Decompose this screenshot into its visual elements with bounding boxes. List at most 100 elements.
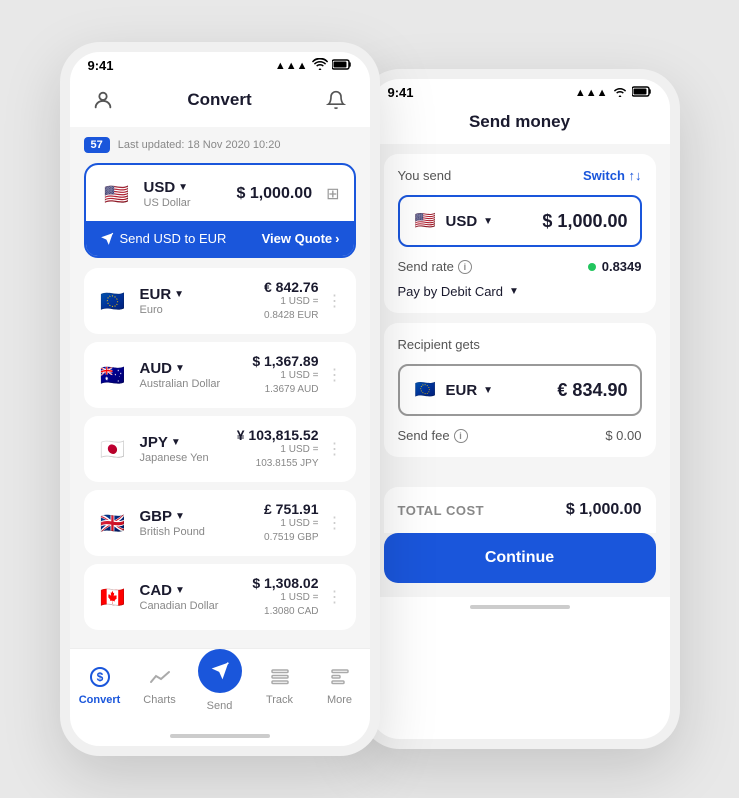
view-quote-button[interactable]: View Quote › [262,231,340,246]
track-nav-label: Track [266,694,293,706]
list-item[interactable]: 🇬🇧 GBP ▼ British Pound £ 751.91 1 USD =0… [84,490,356,556]
total-cost-label: TOTAL COST [398,503,485,518]
switch-button[interactable]: Switch ↑↓ [583,168,642,183]
calculator-icon[interactable]: ⊞ [326,184,339,204]
continue-button[interactable]: Continue [384,533,656,583]
battery-icon-2 [632,86,652,100]
rate-status-dot [588,263,596,271]
eur-rate: 1 USD =0.8428 EUR [264,295,319,323]
usd-code[interactable]: USD ▼ [144,179,191,196]
aud-rate: 1 USD =1.3679 AUD [252,369,318,397]
cad-menu-icon[interactable]: ⋮ [327,587,344,607]
nav-track[interactable]: Track [255,663,305,706]
bottom-nav: $ Convert Charts Send [70,648,370,726]
nav-more[interactable]: More [315,663,365,706]
charts-nav-label: Charts [143,694,175,706]
convert-screen-title: Convert [187,90,251,110]
fee-value: $ 0.00 [605,428,641,443]
currency-list: 🇪🇺 EUR ▼ Euro € 842.76 1 USD =0.8428 EUR [84,268,356,630]
gbp-flag: 🇬🇧 [96,506,130,540]
list-item[interactable]: 🇦🇺 AUD ▼ Australian Dollar $ 1,367.89 1 … [84,342,356,408]
status-bar-1: 9:41 ▲▲▲ [70,52,370,77]
cad-flag: 🇨🇦 [96,580,130,614]
cad-name: Canadian Dollar [140,600,219,612]
nav-charts[interactable]: Charts [135,663,185,706]
convert-nav-icon: $ [86,663,114,691]
convert-nav-label: Convert [79,694,121,706]
more-nav-icon [326,663,354,691]
aud-name: Australian Dollar [140,378,221,390]
eur-flag: 🇪🇺 [96,284,130,318]
recipient-section: Recipient gets 🇪🇺 EUR ▼ € 834.90 Send fe… [384,323,656,457]
status-time-1: 9:41 [88,58,114,73]
signal-icon-2: ▲▲▲ [575,87,608,99]
jpy-flag: 🇯🇵 [96,432,130,466]
pay-method-caret: ▼ [509,286,519,297]
signal-icon: ▲▲▲ [275,60,308,72]
recipient-currency-selector[interactable]: 🇪🇺 EUR ▼ [412,376,494,404]
convert-content: 57 Last updated: 18 Nov 2020 10:20 🇺🇸 US… [70,127,370,648]
battery-icon [332,59,352,73]
list-item[interactable]: 🇪🇺 EUR ▼ Euro € 842.76 1 USD =0.8428 EUR [84,268,356,334]
gbp-name: British Pound [140,526,205,538]
send-money-content: You send Switch ↑↓ 🇺🇸 USD ▼ $ 1,000.00 [370,144,670,597]
pay-method-row[interactable]: Pay by Debit Card ▼ [398,284,642,299]
fee-info-icon[interactable]: i [454,429,468,443]
wifi-icon-2 [612,85,628,100]
list-item[interactable]: 🇯🇵 JPY ▼ Japanese Yen ¥ 103,815.52 1 USD… [84,416,356,482]
usd-name: US Dollar [144,197,191,209]
eur-code[interactable]: EUR ▼ [140,286,185,303]
main-currency-card[interactable]: 🇺🇸 USD ▼ US Dollar $ 1,000.00 [84,163,356,258]
send-flag: 🇺🇸 [412,207,440,235]
aud-code[interactable]: AUD ▼ [140,360,221,377]
send-text: Send USD to EUR [100,231,227,246]
app-header-1: Convert [70,77,370,127]
chart-nav-icon [146,663,174,691]
svg-text:$: $ [96,670,103,684]
rate-row: Send rate i 0.8349 [398,259,642,274]
track-nav-icon [266,663,294,691]
rate-info-icon[interactable]: i [458,260,472,274]
cad-code[interactable]: CAD ▼ [140,582,219,599]
jpy-rate: 1 USD =103.8155 JPY [237,443,319,471]
aud-menu-icon[interactable]: ⋮ [327,365,344,385]
gbp-menu-icon[interactable]: ⋮ [327,513,344,533]
jpy-name: Japanese Yen [140,452,209,464]
jpy-menu-icon[interactable]: ⋮ [327,439,344,459]
usd-flag: 🇺🇸 [100,177,134,211]
send-money-title: Send money [469,112,570,132]
cad-amount: $ 1,308.02 [252,575,318,591]
bell-icon[interactable] [321,85,351,115]
app-header-2: Send money [370,104,670,144]
jpy-amount: ¥ 103,815.52 [237,427,319,443]
aud-flag: 🇦🇺 [96,358,130,392]
person-icon[interactable] [88,85,118,115]
send-quote-row[interactable]: Send USD to EUR View Quote › [86,221,354,256]
status-bar-2: 9:41 ▲▲▲ [370,79,670,104]
list-item[interactable]: 🇨🇦 CAD ▼ Canadian Dollar $ 1,308.02 1 US… [84,564,356,630]
fee-label: Send fee i [398,428,468,443]
wifi-icon [312,58,328,73]
nav-convert[interactable]: $ Convert [75,663,125,706]
update-bar: 57 Last updated: 18 Nov 2020 10:20 [84,137,356,153]
eur-menu-icon[interactable]: ⋮ [327,291,344,311]
gbp-code[interactable]: GBP ▼ [140,508,205,525]
you-send-section: You send Switch ↑↓ 🇺🇸 USD ▼ $ 1,000.00 [384,154,656,313]
status-icons-2: ▲▲▲ [575,85,652,100]
recipient-amount-value: € 834.90 [557,380,627,401]
phone-2: 9:41 ▲▲▲ Send money [360,69,680,749]
jpy-code[interactable]: JPY ▼ [140,434,209,451]
nav-send[interactable]: Send [195,657,245,712]
phone-1: 9:41 ▲▲▲ Convert [60,42,380,756]
eur-amount: € 842.76 [264,279,319,295]
status-icons-1: ▲▲▲ [275,58,352,73]
total-cost-bar: TOTAL COST $ 1,000.00 [384,487,656,533]
status-time-2: 9:41 [388,85,414,100]
you-send-amount-row[interactable]: 🇺🇸 USD ▼ $ 1,000.00 [398,195,642,247]
send-rate-label: Send rate i [398,259,472,274]
update-text: Last updated: 18 Nov 2020 10:20 [118,139,281,151]
usd-dropdown-icon[interactable]: ▼ [178,182,188,193]
send-currency-selector[interactable]: 🇺🇸 USD ▼ [412,207,494,235]
recipient-amount-row[interactable]: 🇪🇺 EUR ▼ € 834.90 [398,364,642,416]
send-rate-value: 0.8349 [588,259,642,274]
